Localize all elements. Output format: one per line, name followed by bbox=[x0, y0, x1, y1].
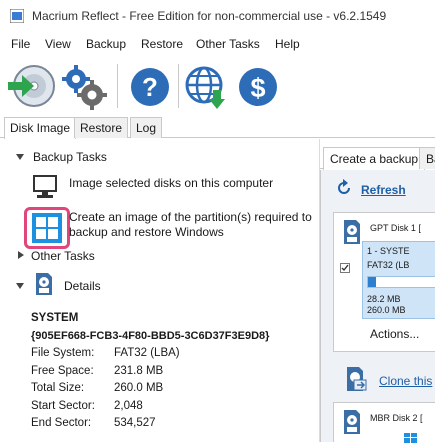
menu-bar: File View Backup Restore Other Tasks Hel… bbox=[0, 35, 435, 55]
clone-disk-icon[interactable] bbox=[345, 366, 367, 394]
hard-disk-icon bbox=[344, 220, 360, 244]
disk-list-area: Refresh GPT Disk 1 [ 1 - SYSTE FAT32 (LB… bbox=[320, 170, 435, 443]
detail-row: End Sector: 534,527 bbox=[31, 415, 311, 433]
menu-help[interactable]: Help bbox=[275, 37, 300, 51]
backup-disk-button[interactable] bbox=[4, 62, 56, 112]
window-title: Macrium Reflect - Free Edition for non-c… bbox=[32, 9, 387, 23]
right-pane: Create a backup Ba Refresh GPT Disk 1 [ … bbox=[319, 139, 435, 443]
tab-label: Log bbox=[136, 121, 157, 135]
detail-label: File System: bbox=[31, 347, 95, 359]
task-image-windows-partitions[interactable]: Create an image of the partition(s) requ… bbox=[24, 207, 316, 249]
disk2-title: MBR Disk 2 [ bbox=[370, 413, 423, 423]
detail-value: 231.8 MB bbox=[114, 364, 164, 377]
details-header[interactable]: Details bbox=[64, 279, 101, 293]
help-icon: ? bbox=[131, 68, 169, 106]
menu-view[interactable]: View bbox=[45, 37, 71, 51]
settings-gears-icon bbox=[62, 65, 107, 110]
collapse-arrow-icon[interactable] bbox=[16, 154, 24, 160]
detail-label: End Sector: bbox=[31, 417, 92, 429]
svg-text:?: ? bbox=[142, 72, 158, 102]
details-panel: SYSTEM {905EF668-FCB3-4F80-BBD5-3C6D37F3… bbox=[31, 310, 311, 433]
tab-log[interactable]: Log bbox=[130, 117, 163, 138]
title-bar: Macrium Reflect - Free Edition for non-c… bbox=[0, 0, 435, 32]
toolbar-separator bbox=[117, 64, 118, 108]
tab-disk-image[interactable]: Disk Image bbox=[4, 117, 77, 139]
partition-checkbox[interactable] bbox=[340, 263, 350, 273]
task2-label-line1: Create an image of the partition(s) requ… bbox=[69, 210, 312, 224]
usage-bar bbox=[367, 276, 435, 288]
collapse-arrow-icon[interactable] bbox=[16, 283, 24, 289]
refresh-link[interactable]: Refresh bbox=[361, 183, 406, 197]
left-tab-strip: Disk Image Restore Log bbox=[0, 117, 435, 139]
disk-card-2: MBR Disk 2 [ bbox=[333, 402, 435, 443]
menu-other-tasks[interactable]: Other Tasks bbox=[196, 37, 260, 51]
tab-label: Restore bbox=[80, 121, 123, 135]
svg-text:$: $ bbox=[250, 73, 265, 103]
detail-value: FAT32 (LBA) bbox=[114, 347, 180, 359]
purchase-button[interactable]: $ bbox=[234, 62, 286, 112]
toolbar: ? $ bbox=[0, 56, 435, 116]
detail-row: Total Size: 260.0 MB bbox=[31, 380, 311, 398]
detail-row: Start Sector: 2,048 bbox=[31, 398, 311, 416]
partition-disk-icon bbox=[36, 273, 52, 295]
detail-label: Start Sector: bbox=[31, 399, 95, 412]
task-image-selected-disks[interactable]: Image selected disks on this computer bbox=[24, 175, 316, 199]
disk-card-1: GPT Disk 1 [ 1 - SYSTE FAT32 (LB 28.2 MB… bbox=[333, 212, 435, 352]
partition-name: 1 - SYSTE bbox=[367, 246, 410, 256]
partition-name: SYSTEM bbox=[31, 312, 79, 324]
detail-value: 2,048 bbox=[114, 399, 143, 412]
task1-label: Image selected disks on this computer bbox=[69, 176, 274, 190]
web-download-icon bbox=[185, 66, 225, 109]
tab-backup-definitions[interactable]: Ba bbox=[419, 147, 435, 169]
partition-tile[interactable]: 1 - SYSTE FAT32 (LB 28.2 MB 260.0 MB bbox=[362, 241, 435, 319]
menu-restore[interactable]: Restore bbox=[141, 37, 183, 51]
tab-label: Ba bbox=[426, 152, 435, 166]
other-tasks-header[interactable]: Other Tasks bbox=[31, 249, 95, 263]
backup-disk-icon bbox=[8, 65, 55, 107]
task2-label-line2: backup and restore Windows bbox=[69, 225, 224, 239]
hard-disk-icon bbox=[344, 410, 360, 434]
help-button[interactable]: ? bbox=[124, 62, 176, 112]
actions-link[interactable]: Actions... bbox=[370, 327, 419, 341]
detail-label: Free Space: bbox=[31, 364, 94, 377]
menu-file[interactable]: File bbox=[11, 37, 30, 51]
tab-restore[interactable]: Restore bbox=[74, 117, 129, 138]
tab-label: Create a backup bbox=[330, 152, 419, 166]
usage-bar-fill bbox=[368, 277, 376, 287]
partition-total: 260.0 MB bbox=[367, 305, 406, 315]
detail-label: Total Size: bbox=[31, 382, 85, 394]
expand-arrow-icon[interactable] bbox=[18, 251, 24, 259]
detail-row: Free Space: 231.8 MB bbox=[31, 363, 311, 381]
settings-button[interactable] bbox=[58, 62, 110, 112]
windows-icon bbox=[32, 213, 62, 243]
backup-tasks-header[interactable]: Backup Tasks bbox=[33, 150, 107, 164]
detail-value: 534,527 bbox=[114, 417, 156, 429]
computer-icon bbox=[33, 175, 57, 198]
web-update-button[interactable] bbox=[180, 62, 232, 112]
purchase-dollar-icon: $ bbox=[239, 68, 277, 106]
checkmark-icon bbox=[341, 264, 349, 272]
partition-used: 28.2 MB bbox=[367, 294, 401, 304]
tab-create-backup[interactable]: Create a backup bbox=[323, 147, 426, 170]
disk1-title: GPT Disk 1 [ bbox=[370, 223, 421, 233]
menu-backup[interactable]: Backup bbox=[86, 37, 126, 51]
right-tab-strip: Create a backup Ba bbox=[320, 147, 435, 170]
clone-disk-link[interactable]: Clone this bbox=[379, 374, 432, 388]
macrium-app-icon bbox=[10, 9, 24, 23]
tab-label: Disk Image bbox=[10, 121, 71, 135]
detail-value: 260.0 MB bbox=[114, 382, 164, 394]
partition-guid: {905EF668-FCB3-4F80-BBD5-3C6D37F3E9D8} bbox=[31, 329, 270, 342]
partition-filesystem: FAT32 (LB bbox=[367, 260, 410, 270]
toolbar-separator bbox=[178, 64, 179, 108]
detail-row: File System: FAT32 (LBA) bbox=[31, 345, 311, 363]
refresh-icon[interactable] bbox=[335, 179, 353, 197]
